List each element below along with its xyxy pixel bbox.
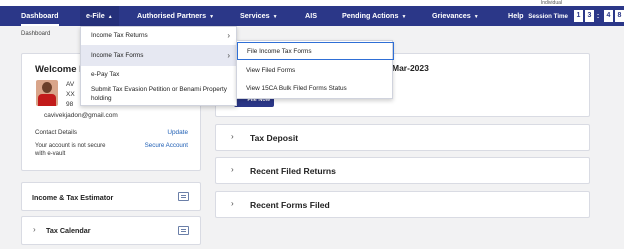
main-nav: Dashboard e-File ▲ Authorised Partners ▼ S…	[0, 6, 624, 26]
profile-email: cavivekjadon@gmail.com	[44, 112, 118, 119]
update-link[interactable]: Update	[167, 129, 188, 136]
evault-status-text: Your account is not secure with e-vault	[35, 143, 106, 157]
submenu-file-income-tax-forms[interactable]: File Income Tax Forms	[237, 42, 394, 60]
session-digit: 8	[615, 10, 624, 22]
contact-details-label: Contact Details	[35, 129, 77, 136]
calculator-icon	[178, 192, 189, 201]
menu-item-income-tax-forms[interactable]: Income Tax Forms ›	[81, 45, 238, 66]
nav-ais[interactable]: AIS	[305, 6, 317, 26]
submenu-view-15ca-bulk-status[interactable]: View 15CA Bulk Filed Forms Status	[237, 80, 394, 98]
tax-calendar-label: Tax Calendar	[46, 226, 91, 235]
calendar-icon	[178, 226, 189, 235]
chevron-right-icon: ›	[33, 225, 36, 234]
accordion-label: Recent Filed Returns	[250, 166, 336, 176]
session-separator: :	[596, 12, 600, 20]
chevron-right-icon: ›	[231, 199, 234, 208]
filing-period-title: Mar-2023	[392, 63, 429, 73]
menu-item-e-pay-tax[interactable]: e-Pay Tax	[81, 69, 238, 81]
nav-help[interactable]: Help	[508, 6, 524, 26]
income-tax-forms-submenu: File Income Tax Forms View Filed Forms V…	[236, 40, 394, 99]
accordion-recent-filed-returns[interactable]: › Recent Filed Returns	[215, 157, 590, 184]
chevron-down-icon: ▼	[272, 14, 278, 20]
chevron-down-icon: ▼	[401, 14, 407, 20]
chevron-down-icon: ▼	[473, 14, 479, 20]
session-digit: 3	[585, 10, 594, 22]
nav-services[interactable]: Services ▼	[240, 6, 278, 26]
nav-authorised-partners[interactable]: Authorised Partners ▼	[137, 6, 214, 26]
breadcrumb[interactable]: Dashboard	[21, 31, 50, 37]
chevron-right-icon: ›	[231, 132, 234, 141]
efile-dropdown-menu: Income Tax Returns › Income Tax Forms › …	[80, 26, 238, 106]
income-tax-estimator-card[interactable]: Income & Tax Estimator	[21, 182, 201, 211]
chevron-right-icon: ›	[231, 165, 234, 174]
session-time-label: Session Time	[528, 12, 568, 20]
accordion-tax-deposit[interactable]: › Tax Deposit	[215, 124, 590, 151]
menu-item-tax-evasion-petition[interactable]: Submit Tax Evasion Petition or Benami Pr…	[81, 85, 238, 105]
avatar	[36, 80, 58, 106]
menu-item-income-tax-returns[interactable]: Income Tax Returns ›	[81, 27, 238, 45]
tax-calendar-card[interactable]: › Tax Calendar	[21, 216, 201, 245]
chevron-down-icon: ▼	[209, 14, 215, 20]
submenu-view-filed-forms[interactable]: View Filed Forms	[237, 62, 394, 80]
accordion-recent-forms-filed[interactable]: › Recent Forms Filed	[215, 191, 590, 218]
session-timer: Session Time 1 3 : 4 8	[528, 6, 624, 26]
chevron-right-icon: ›	[227, 31, 230, 40]
nav-dashboard[interactable]: Dashboard	[21, 6, 59, 26]
estimator-label: Income & Tax Estimator	[32, 193, 114, 202]
nav-pending-actions[interactable]: Pending Actions ▼	[342, 6, 406, 26]
accordion-label: Tax Deposit	[250, 133, 299, 143]
nav-efile[interactable]: e-File ▲	[80, 6, 119, 26]
chevron-right-icon: ›	[227, 51, 230, 60]
session-digit: 4	[604, 10, 613, 22]
profile-pan: XX	[66, 91, 75, 98]
session-digit: 1	[574, 10, 583, 22]
profile-phone: 98	[66, 101, 74, 108]
secure-account-link[interactable]: Secure Account	[145, 142, 188, 149]
profile-name: AV	[66, 81, 75, 88]
nav-grievances[interactable]: Grievances ▼	[432, 6, 479, 26]
chevron-up-icon: ▲	[107, 14, 113, 20]
accordion-label: Recent Forms Filed	[250, 200, 330, 210]
welcome-title: Welcome B	[35, 64, 87, 75]
